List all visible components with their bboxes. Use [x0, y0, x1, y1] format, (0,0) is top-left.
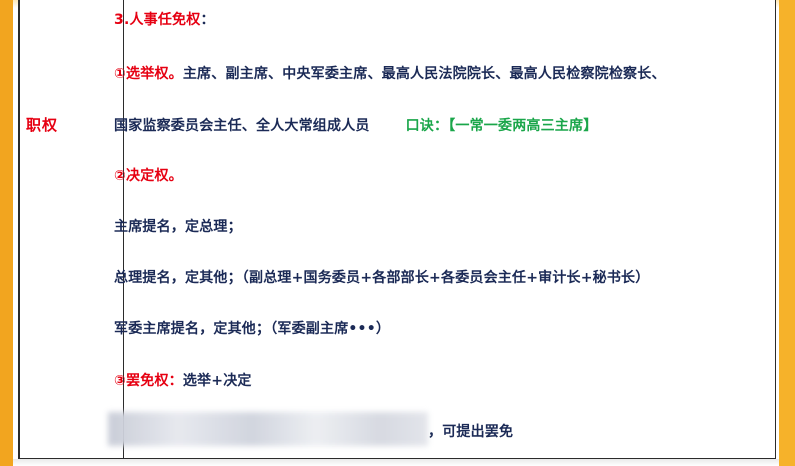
bottom-shadow [13, 459, 779, 466]
decision-line-3: 军委主席提名，定其他；（军委副主席•••） [114, 321, 391, 337]
removal-line: ③罢免权：选举+决定 [114, 372, 252, 390]
election-line-1: ①选举权。主席、副主席、中央军委主席、最高人民法院院长、最高人民检察院检察长、 [114, 65, 666, 83]
section-heading-line: 3.人事任免权： [114, 11, 215, 29]
decision-line-1: 主席提名，定总理； [114, 219, 242, 235]
decision-line-2: 总理提名，定其他；（副总理+国务委员+各部部长+各委员会主任+审计长+秘书长） [114, 270, 650, 286]
election-text-2: 国家监察委员会主任、全人大常组成人员 [114, 118, 370, 134]
removal-title: ③罢免权： [114, 373, 183, 389]
mnemonic-text: 口诀：【一常一委两高三主席】 [405, 118, 598, 134]
last-line-visible-text: ，可提出罢免 [428, 424, 514, 440]
decision-title: ②决定权。 [114, 168, 183, 184]
right-frame-border [779, 0, 795, 466]
election-title: ①选举权。 [114, 66, 183, 82]
blurred-text-region [108, 412, 428, 446]
removal-text: 选举+决定 [182, 373, 252, 389]
left-frame-border [0, 0, 13, 466]
section-heading-colon: ： [200, 12, 215, 28]
election-text-1: 主席、副主席、中央军委主席、最高人民法院院长、最高人民检察院检察长、 [182, 66, 666, 82]
row-label-cell: 职权 [26, 116, 59, 134]
section-heading: 3.人事任免权 [114, 12, 201, 28]
election-line-2: 国家监察委员会主任、全人大常组成人员 口诀：【一常一委两高三主席】 [114, 117, 597, 135]
